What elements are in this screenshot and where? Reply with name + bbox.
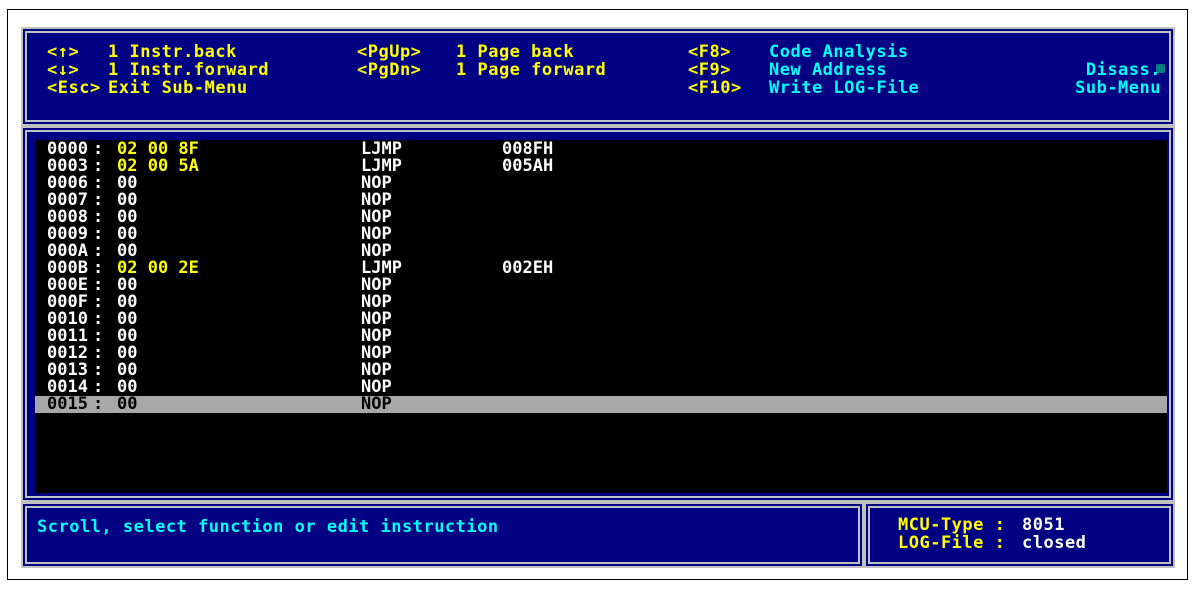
status-message: Scroll, select function or edit instruct… [37,517,499,537]
key-pgdn[interactable]: <PgDn> [357,61,421,79]
listing-row[interactable]: 0012:00 NOP [35,344,1167,362]
disassembly-listing[interactable]: 0000:02 00 8F LJMP 008FH 0003:02 00 5A LJMP 0… [35,140,1167,493]
key-pgdn-label: 1 Page forward [456,60,607,80]
key-up-label: 1 Instr.back [108,42,237,62]
row-separator: : [93,394,104,414]
key-pgup[interactable]: <PgUp> [357,43,421,61]
listing-row[interactable]: 0008:00 NOP [35,208,1167,226]
mcu-type-value: 8051 [1022,515,1065,535]
listing-row[interactable]: 000F:00 NOP [35,293,1167,311]
listing-row[interactable]: 0006:00 NOP [35,174,1167,192]
listing-row[interactable]: 0010:00 NOP [35,310,1167,328]
key-f9-label: New Address [769,60,888,80]
listing-row[interactable]: 0009:00 NOP [35,225,1167,243]
key-esc-label: Exit Sub-Menu [108,78,248,98]
key-down-label: 1 Instr.forward [108,60,270,80]
listing-row[interactable]: 0013:00 NOP [35,361,1167,379]
listing-row[interactable]: 0003:02 00 5A LJMP 005AH [35,156,1167,176]
listing-row[interactable]: 0011:00 NOP [35,327,1167,345]
row-operand: 002EH [502,258,554,278]
listing-row[interactable]: 0007:00 NOP [35,191,1167,209]
mcu-type-label: MCU-Type : [898,515,1017,535]
listing-row[interactable]: 000E:00 NOP [35,276,1167,294]
listing-row[interactable]: 000A:00 NOP [35,242,1167,260]
corner-indicator-icon [1156,64,1165,73]
listing-row[interactable]: 0015:00 NOP [35,394,1167,414]
key-f8[interactable]: <F8> [688,43,731,61]
log-file-label: LOG-File : [898,533,1017,553]
status-bar: Scroll, select function or edit instruct… [21,502,864,568]
listing-row[interactable]: 0014:00 NOP [35,378,1167,396]
listing-row[interactable]: 0000:02 00 8F LJMP 008FH [35,140,1167,158]
key-f9[interactable]: <F9> [688,61,731,79]
key-f8-label: Code Analysis [769,42,909,62]
row-mnemonic: NOP [361,394,392,414]
row-address: 0015 [47,394,88,414]
row-bytes[interactable]: 00 [117,395,137,413]
row-operand: 005AH [502,156,554,176]
key-up[interactable]: <↑> [47,43,79,61]
key-pgup-label: 1 Page back [456,42,575,62]
disassembly-panel: 0000:02 00 8F LJMP 008FH 0003:02 00 5A LJMP 0… [21,126,1175,502]
key-f10-label: Write LOG-File [769,78,920,98]
log-file-value: closed [1022,533,1087,553]
listing-row[interactable]: 000B:02 00 2E LJMP 002EH [35,258,1167,278]
submenu-caption-1: Disass. [1085,60,1161,80]
key-down[interactable]: <↓> [47,61,79,79]
key-f10[interactable]: <F10> [688,79,742,97]
submenu-caption-2: Sub-Menu [1075,78,1161,98]
info-panel: MCU-Type : 8051 LOG-File : closed [864,502,1175,568]
key-esc[interactable]: <Esc> [47,79,101,97]
key-help-header: <↑> 1 Instr.back <↓> 1 Instr.forward <Es… [21,27,1175,126]
